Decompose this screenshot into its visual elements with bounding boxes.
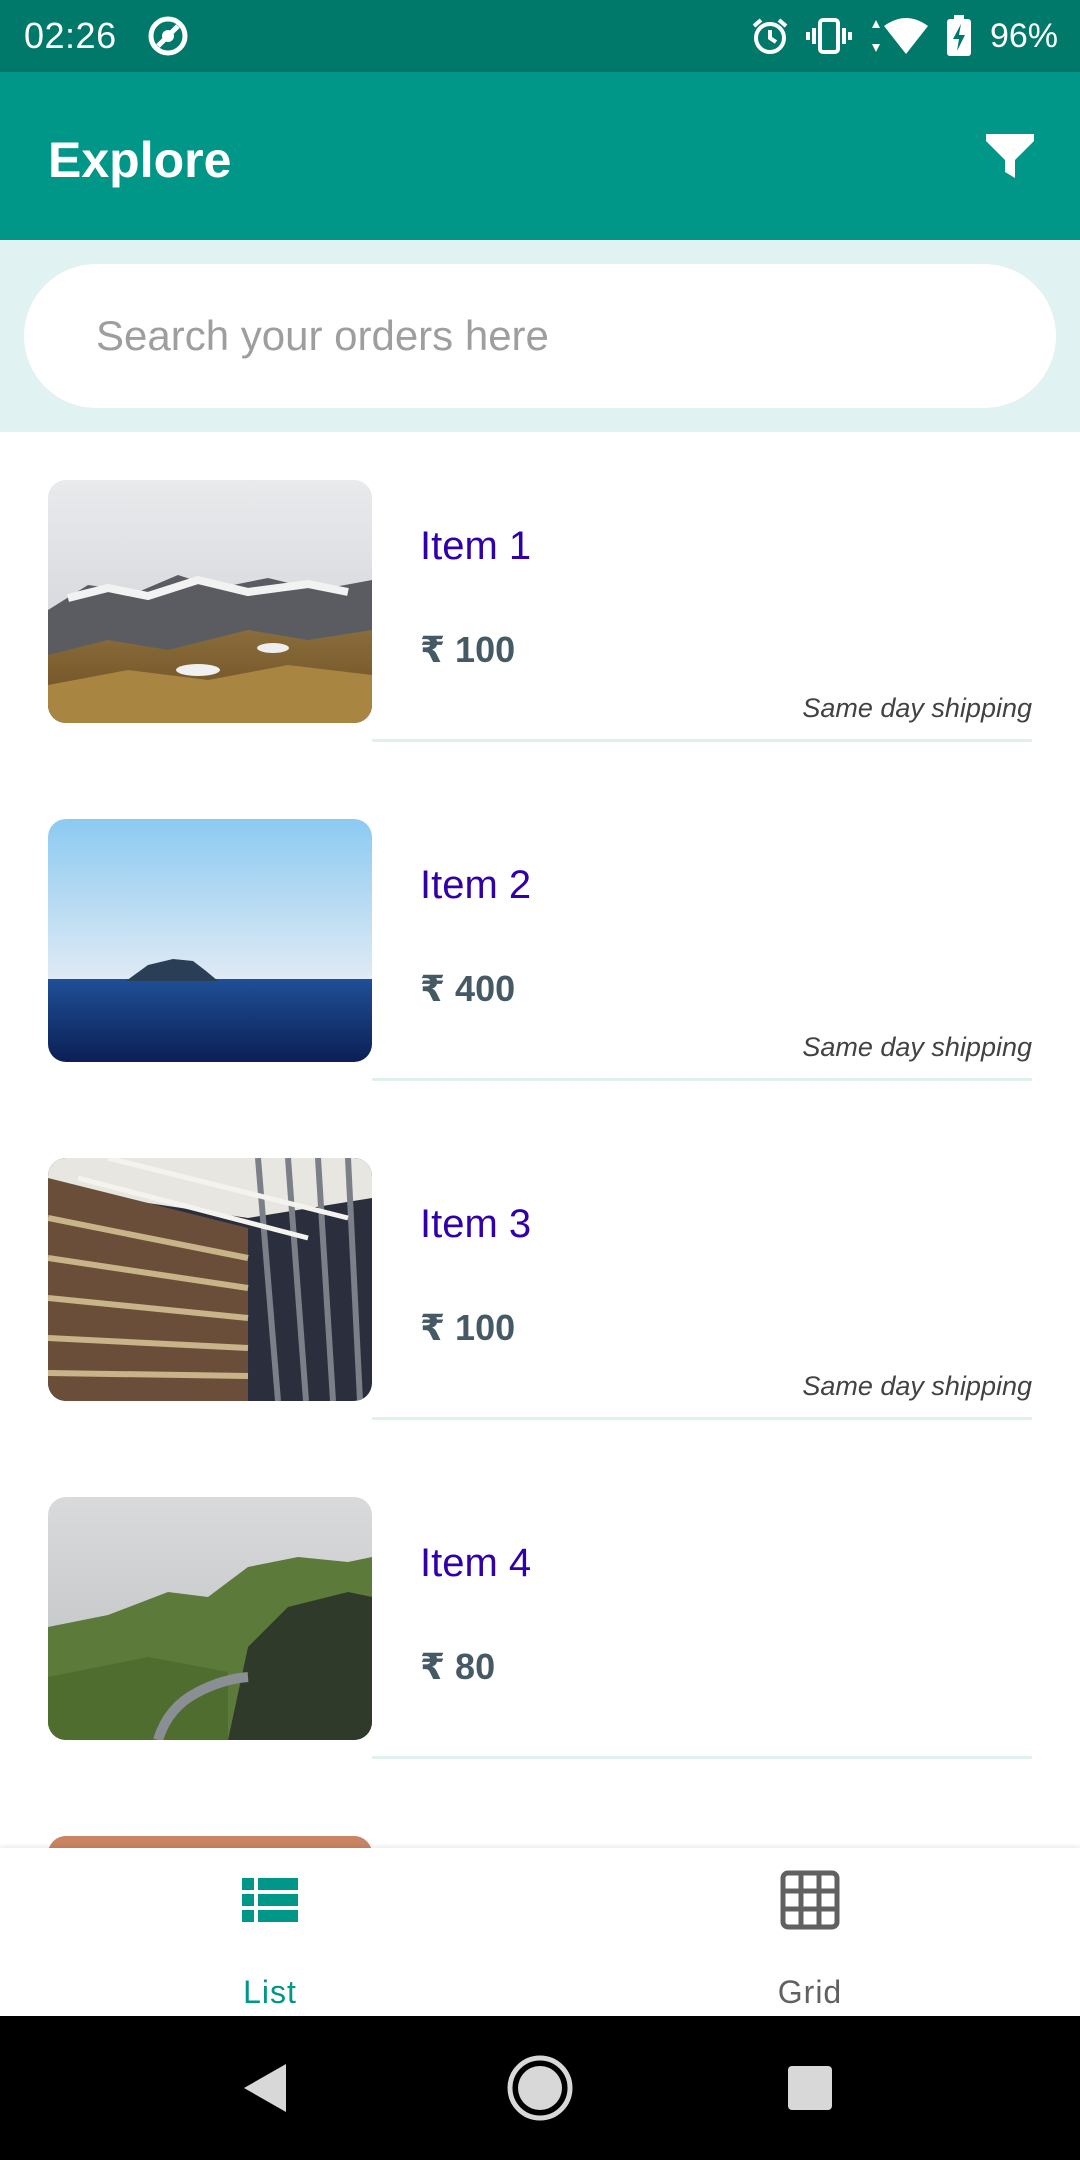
item-price: ₹ 100 (420, 629, 516, 670)
item-name: Item 2 (420, 863, 532, 907)
wifi-icon (871, 18, 928, 54)
item-thumbnail (48, 1836, 372, 1848)
divider (372, 739, 1032, 742)
battery-percent: 96% (989, 17, 1058, 55)
item-name: Item 4 (420, 1541, 532, 1585)
item-name: Item 1 (420, 524, 532, 568)
shipping-label: Same day shipping (802, 693, 1032, 723)
list-item[interactable]: Item 2 ₹ 400 Same day shipping (0, 771, 1080, 1110)
bottom-navigation: List Grid (0, 1848, 1080, 2016)
item-thumbnail (48, 1497, 372, 1740)
tab-list[interactable]: List (0, 1848, 540, 2016)
app-bar: Explore (0, 72, 1080, 240)
tab-grid-label: Grid (777, 1974, 843, 2010)
list-item[interactable]: Item 3 ₹ 100 Same day shipping (0, 1110, 1080, 1449)
status-icons: 96% (750, 12, 1058, 60)
battery-charging-icon (946, 15, 971, 56)
shipping-label: Same day shipping (802, 1371, 1032, 1401)
grid-icon (780, 1870, 840, 1930)
item-name: Item 3 (420, 1202, 532, 1246)
divider (372, 1078, 1032, 1081)
item-thumbnail (48, 480, 372, 723)
shipping-label: Same day shipping (802, 1032, 1032, 1062)
list-icon (242, 1878, 298, 1922)
search-input[interactable] (24, 264, 1056, 408)
item-thumbnail (48, 819, 372, 1062)
filter-button[interactable] (968, 114, 1052, 198)
status-time: 02:26 (24, 15, 117, 56)
item-price: ₹ 400 (420, 968, 516, 1009)
app-notification-icon (148, 16, 188, 56)
vibrate-icon (805, 18, 852, 54)
system-navigation-bar (0, 2016, 1080, 2160)
item-thumbnail (48, 1158, 372, 1401)
recents-icon[interactable] (786, 2064, 834, 2112)
status-bar: 02:26 96% (0, 0, 1080, 72)
list-item[interactable]: Item 4 ₹ 80 (0, 1449, 1080, 1788)
divider (372, 1417, 1032, 1420)
item-price: ₹ 100 (420, 1307, 516, 1348)
tab-grid[interactable]: Grid (540, 1848, 1080, 2016)
list-item[interactable]: Item 1 ₹ 100 Same day shipping (0, 432, 1080, 771)
search-bar (0, 240, 1080, 432)
alarm-icon (752, 18, 788, 54)
page-title: Explore (48, 132, 232, 188)
tab-list-label: List (243, 1974, 297, 2010)
filter-icon (986, 134, 1034, 178)
divider (372, 1756, 1032, 1759)
list-item[interactable] (0, 1788, 1080, 1848)
item-list[interactable]: Item 1 ₹ 100 Same day shipping Item 2 ₹ … (0, 432, 1080, 1848)
home-icon[interactable] (506, 2054, 574, 2122)
item-price: ₹ 80 (420, 1646, 496, 1687)
back-icon[interactable] (240, 2060, 290, 2116)
